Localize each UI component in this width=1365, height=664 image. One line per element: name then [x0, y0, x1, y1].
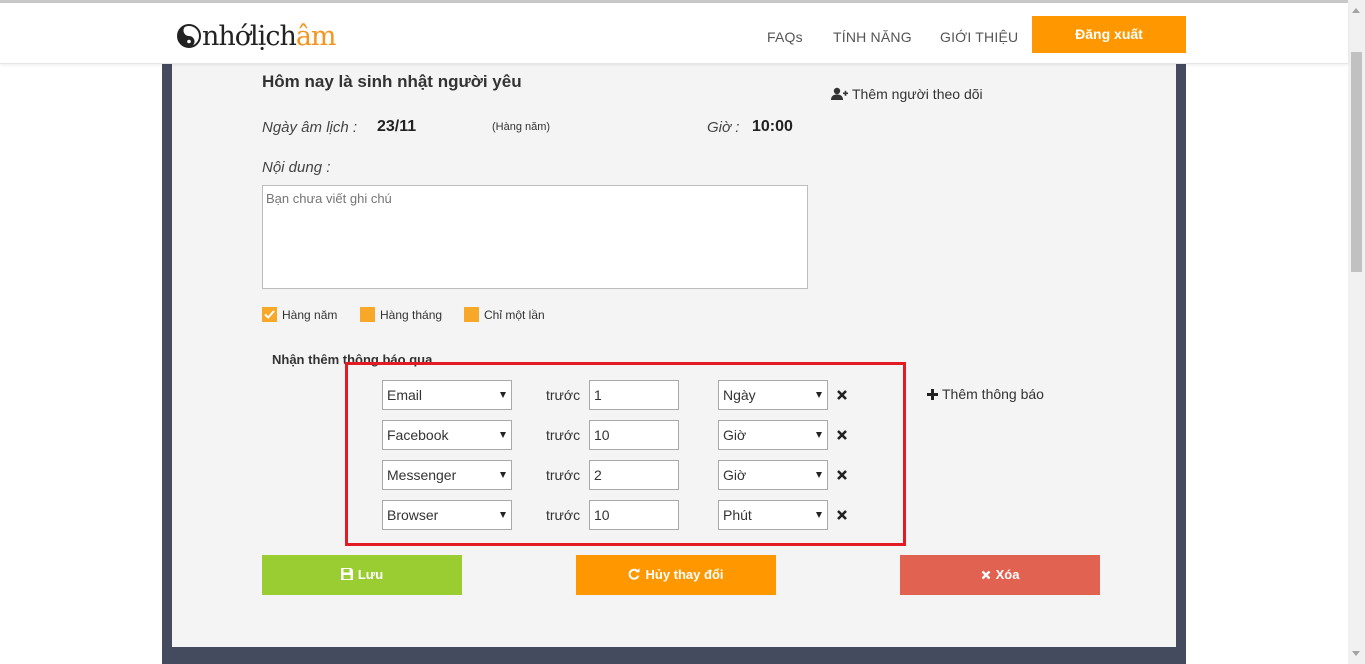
lunar-date-value: 23/11	[377, 118, 417, 135]
site-logo[interactable]: nhớlịchâm	[177, 21, 337, 53]
floppy-disk-icon	[340, 568, 353, 580]
checkbox-yearly[interactable]	[262, 307, 277, 322]
event-title: Hôm nay là sinh nhật người yêu	[262, 72, 522, 91]
cancel-changes-button[interactable]: Hủy thay đổi	[576, 555, 776, 595]
checkbox-monthly-label: Hàng tháng	[380, 308, 443, 322]
delete-button[interactable]: Xóa	[900, 555, 1100, 595]
content-textarea[interactable]	[262, 185, 808, 289]
scroll-down-icon[interactable]	[1352, 651, 1360, 656]
add-follower-link[interactable]: Thêm người theo dõi	[831, 86, 983, 102]
scroll-up-icon[interactable]	[1352, 8, 1360, 13]
time-label: Giờ :	[707, 119, 740, 136]
repeat-note: (Hàng năm)	[492, 121, 551, 133]
checkbox-monthly[interactable]	[360, 307, 375, 322]
logout-button[interactable]: Đăng xuất	[1032, 16, 1186, 53]
logo-text-nho: nhớ	[202, 21, 251, 52]
nav-features[interactable]: TÍNH NĂNG	[833, 29, 912, 45]
vertical-scrollbar[interactable]	[1348, 0, 1365, 664]
add-user-icon	[831, 87, 848, 100]
checkmark-icon	[264, 310, 275, 319]
add-follower-label: Thêm người theo dõi	[852, 86, 983, 102]
delete-button-label: Xóa	[995, 567, 1020, 582]
yin-yang-logo-icon	[177, 24, 201, 48]
time-value: 10:00	[752, 118, 793, 135]
logo-text-am: âm	[295, 21, 337, 52]
checkbox-once[interactable]	[464, 307, 479, 322]
lunar-date-label: Ngày âm lịch :	[262, 119, 358, 136]
checkbox-once-label: Chỉ một lần	[484, 308, 545, 322]
nav-about[interactable]: GIỚI THIỆU	[940, 29, 1018, 45]
site-header: nhớlịchâm FAQs TÍNH NĂNG GIỚI THIỆU Đăng…	[0, 3, 1348, 64]
plus-icon	[927, 389, 938, 400]
refresh-icon	[629, 568, 640, 580]
cancel-changes-label: Hủy thay đổi	[645, 567, 724, 582]
nav-faqs[interactable]: FAQs	[767, 29, 803, 45]
save-button-label: Lưu	[357, 567, 384, 582]
content-label: Nội dung :	[262, 159, 331, 176]
highlight-box	[345, 362, 906, 546]
logo-text-lich: lịch	[250, 21, 297, 52]
add-notification-link[interactable]: Thêm thông báo	[927, 386, 1044, 402]
save-button[interactable]: Lưu	[262, 555, 462, 595]
checkbox-yearly-label: Hàng năm	[282, 308, 338, 322]
scrollbar-thumb[interactable]	[1351, 52, 1362, 272]
close-icon	[981, 570, 990, 580]
add-notification-label: Thêm thông báo	[942, 386, 1044, 402]
